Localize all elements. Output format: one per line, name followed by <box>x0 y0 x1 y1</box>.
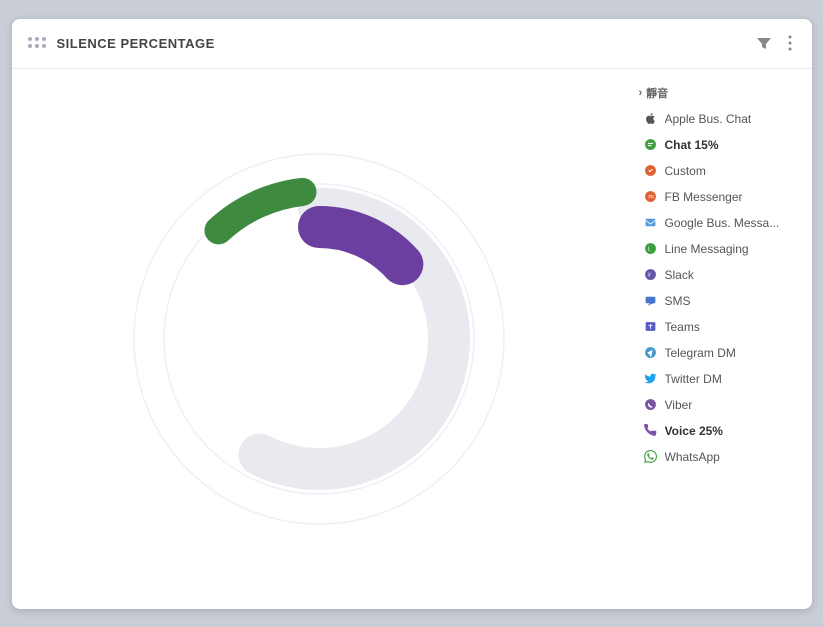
legend-label-chat: Chat 15% <box>665 138 719 152</box>
chat-icon <box>643 137 659 153</box>
slack-icon: # <box>643 267 659 283</box>
legend-item-sms[interactable]: SMS <box>639 291 800 311</box>
legend-label-viber: Viber <box>665 398 693 412</box>
svg-text:L: L <box>648 247 651 253</box>
custom-icon <box>643 163 659 179</box>
header-left: SILENCE PERCENTAGE <box>28 36 215 51</box>
ellipsis-icon <box>788 35 792 51</box>
card-header: SILENCE PERCENTAGE <box>12 19 812 69</box>
legend-item-whatsapp[interactable]: WhatsApp <box>639 447 800 467</box>
legend-item-twitter[interactable]: Twitter DM <box>639 369 800 389</box>
filter-button[interactable] <box>752 31 776 55</box>
legend-label-google: Google Bus. Messa... <box>665 216 780 230</box>
legend-label-slack: Slack <box>665 268 694 282</box>
legend-section-title: › 靜音 <box>639 85 800 101</box>
legend-label-sms: SMS <box>665 294 691 308</box>
legend-item-slack[interactable]: # Slack <box>639 265 800 285</box>
card-body: › 靜音 Apple Bus. Chat Chat 15% Custom m FB Me… <box>12 69 812 609</box>
legend-item-teams[interactable]: Teams <box>639 317 800 337</box>
legend-label-line: Line Messaging <box>665 242 749 256</box>
filter-icon <box>756 35 772 51</box>
legend-item-apple[interactable]: Apple Bus. Chat <box>639 109 800 129</box>
legend-label-twitter: Twitter DM <box>665 372 722 386</box>
chart-area <box>12 69 627 609</box>
fb-icon: m <box>643 189 659 205</box>
legend-area: › 靜音 Apple Bus. Chat Chat 15% Custom m FB Me… <box>627 69 812 609</box>
legend-item-chat[interactable]: Chat 15% <box>639 135 800 155</box>
legend-label-voice: Voice 25% <box>665 424 723 438</box>
legend-label-whatsapp: WhatsApp <box>665 450 720 464</box>
google-icon <box>643 215 659 231</box>
legend-item-custom[interactable]: Custom <box>639 161 800 181</box>
legend-item-viber[interactable]: Viber <box>639 395 800 415</box>
sms-icon <box>643 293 659 309</box>
legend-item-voice[interactable]: Voice 25% <box>639 421 800 441</box>
legend-item-google[interactable]: Google Bus. Messa... <box>639 213 800 233</box>
viber-icon <box>643 397 659 413</box>
whatsapp-icon <box>643 449 659 465</box>
telegram-icon <box>643 345 659 361</box>
svg-text:#: # <box>648 273 651 279</box>
legend-item-line[interactable]: L Line Messaging <box>639 239 800 259</box>
silence-percentage-card: SILENCE PERCENTAGE <box>12 19 812 609</box>
legend-item-telegram[interactable]: Telegram DM <box>639 343 800 363</box>
donut-chart <box>109 129 529 549</box>
apple-icon <box>643 111 659 127</box>
chevron-right-icon: › <box>639 87 643 99</box>
voice-icon <box>643 423 659 439</box>
twitter-icon <box>643 371 659 387</box>
drag-handle-icon[interactable] <box>28 37 47 49</box>
legend-label-custom: Custom <box>665 164 706 178</box>
header-actions <box>752 31 796 55</box>
legend-label-fb: FB Messenger <box>665 190 743 204</box>
line-icon: L <box>643 241 659 257</box>
legend-label-teams: Teams <box>665 320 700 334</box>
more-options-button[interactable] <box>784 31 796 55</box>
card-title: SILENCE PERCENTAGE <box>57 36 215 51</box>
legend-label-apple: Apple Bus. Chat <box>665 112 752 126</box>
teams-icon <box>643 319 659 335</box>
legend-item-fb[interactable]: m FB Messenger <box>639 187 800 207</box>
svg-text:m: m <box>648 194 653 201</box>
legend-label-telegram: Telegram DM <box>665 346 736 360</box>
